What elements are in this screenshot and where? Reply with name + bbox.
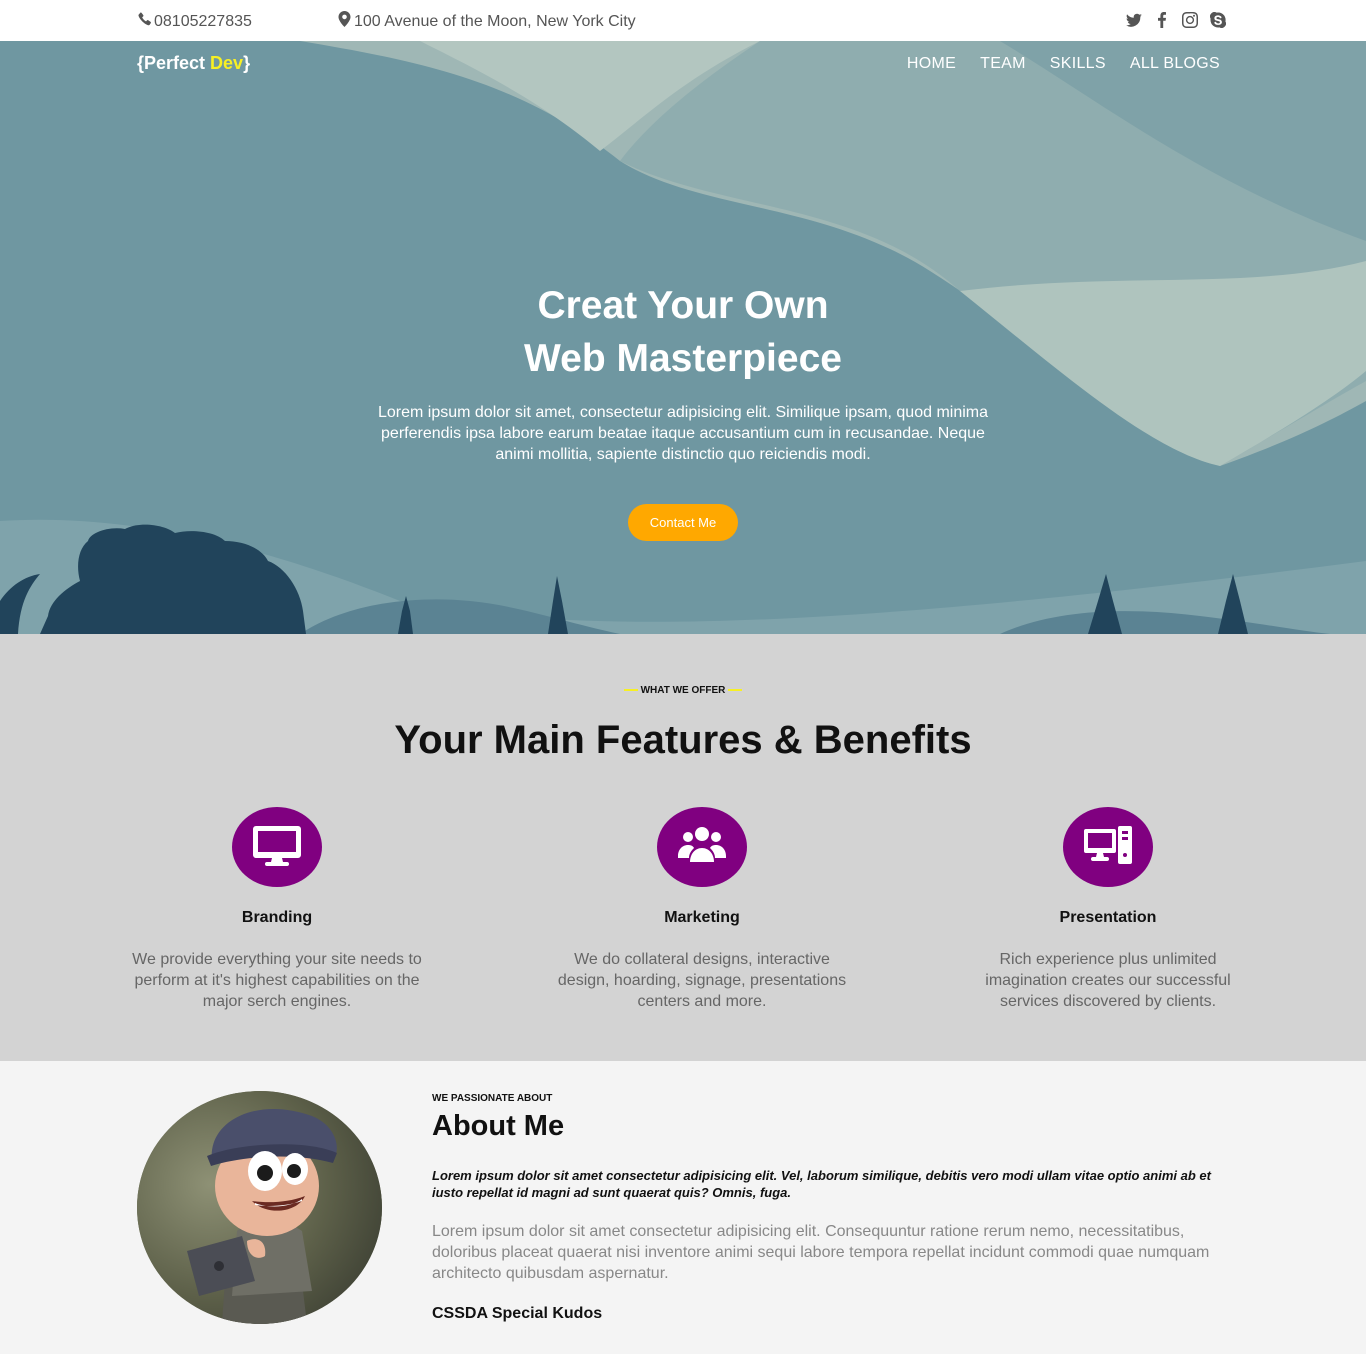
hero-title-line-2: Web Masterpiece: [524, 337, 842, 380]
about-title: About Me: [432, 1110, 565, 1142]
features-eyebrow: WHAT WE OFFER: [0, 685, 1366, 696]
feature-icon-circle: [657, 807, 747, 887]
logo-close: }: [243, 53, 251, 73]
phone-number: 08105227835: [154, 12, 252, 30]
eyebrow-dash-right: [728, 689, 743, 692]
logo-accent: Dev: [210, 53, 244, 73]
feature-text: We provide everything your site needs to…: [132, 951, 422, 1010]
about-eyebrow: WE PASSIONATE ABOUT: [432, 1093, 553, 1104]
feature-icon-circle: [1063, 807, 1153, 887]
users-icon: [677, 824, 727, 871]
twitter-icon[interactable]: [1126, 12, 1142, 28]
main-navigation: HOME TEAM SKILLS ALL BLOGS: [907, 55, 1220, 73]
hero-description: Lorem ipsum dolor sit amet, consectetur …: [377, 404, 989, 463]
eyebrow-dash-left: [623, 689, 638, 692]
contact-me-button[interactable]: Contact Me: [628, 504, 738, 541]
top-bar: 08105227835 100 Avenue of the Moon, New …: [0, 0, 1366, 41]
about-text: Lorem ipsum dolor sit amet consectetur a…: [432, 1223, 1210, 1282]
logo-text: {Perfect: [137, 53, 211, 73]
hero-title-line-1: Creat Your Own: [537, 284, 829, 327]
features-title: Your Main Features & Benefits: [394, 718, 972, 762]
nav-home[interactable]: HOME: [907, 55, 956, 73]
instagram-icon[interactable]: [1182, 12, 1198, 28]
feature-marketing: Marketing We do collateral designs, inte…: [552, 807, 852, 1012]
features-eyebrow-text: WHAT WE OFFER: [640, 685, 726, 696]
about-section: WE PASSIONATE ABOUT About Me Lorem ipsum…: [0, 1061, 1366, 1354]
map-marker-icon: [337, 11, 352, 32]
feature-title: Presentation: [1059, 909, 1157, 926]
social-links: [1126, 12, 1226, 28]
kudos-heading: CSSDA Special Kudos: [432, 1305, 603, 1322]
hero-title: Creat Your Own Web Masterpiece: [0, 279, 1366, 385]
feature-text: Rich experience plus unlimited imaginati…: [985, 951, 1231, 1010]
nav-team[interactable]: TEAM: [980, 55, 1026, 73]
phone-icon: [137, 11, 152, 32]
feature-branding: Branding We provide everything your site…: [127, 807, 427, 1012]
hero-section: {Perfect Dev} HOME TEAM SKILLS ALL BLOGS…: [0, 41, 1366, 634]
address-text: 100 Avenue of the Moon, New York City: [354, 12, 636, 30]
nav-skills[interactable]: SKILLS: [1050, 55, 1106, 73]
feature-presentation: Presentation Rich experience plus unlimi…: [958, 807, 1258, 1012]
about-lead: Lorem ipsum dolor sit amet consectetur a…: [432, 1168, 1211, 1200]
features-section: WHAT WE OFFER Your Main Features & Benef…: [0, 634, 1366, 1061]
facebook-icon[interactable]: [1154, 12, 1170, 28]
phone-contact[interactable]: 08105227835: [137, 11, 252, 32]
nav-all-blogs[interactable]: ALL BLOGS: [1130, 55, 1220, 73]
desktop-icon: [1083, 824, 1133, 871]
skype-icon[interactable]: [1210, 12, 1226, 28]
feature-text: We do collateral designs, interactive de…: [557, 951, 847, 1010]
site-logo[interactable]: {Perfect Dev}: [137, 53, 250, 74]
feature-title: Branding: [241, 909, 313, 926]
monitor-icon: [252, 824, 302, 871]
feature-title: Marketing: [664, 909, 740, 926]
feature-icon-circle: [232, 807, 322, 887]
avatar: [137, 1091, 382, 1324]
address-contact: 100 Avenue of the Moon, New York City: [337, 11, 636, 32]
